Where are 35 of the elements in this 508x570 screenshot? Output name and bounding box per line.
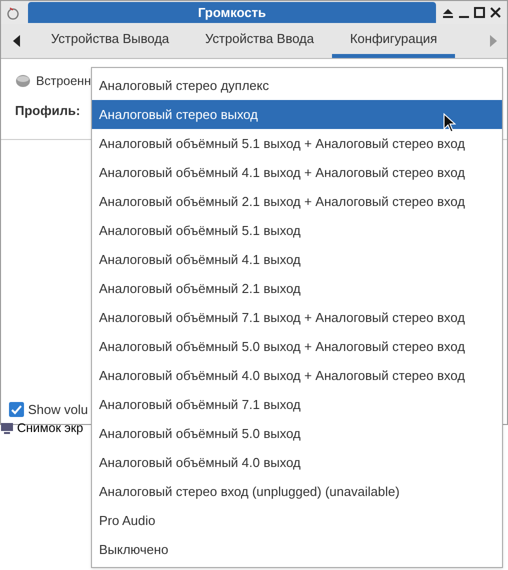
menu-item[interactable]: Аналоговый стерео дуплекс (92, 71, 502, 100)
menu-item[interactable]: Аналоговый объёмный 2.1 выход + Аналоговый стерео вход (92, 187, 502, 216)
window-title: Громкость (28, 2, 436, 23)
eject-icon[interactable] (442, 6, 454, 18)
menu-item[interactable]: Аналоговый объёмный 5.0 выход + Аналоговый стерео вход (92, 332, 502, 361)
monitor-icon (0, 421, 14, 436)
speaker-icon (6, 6, 20, 20)
menu-item[interactable]: Аналоговый объёмный 4.0 выход (92, 448, 502, 477)
menu-item[interactable]: Выключено (92, 535, 502, 564)
sound-card-icon (15, 74, 31, 88)
maximize-icon[interactable] (474, 7, 485, 18)
scroll-left-icon[interactable] (13, 35, 21, 47)
mouse-cursor-icon (443, 113, 456, 133)
menu-item[interactable]: Аналоговый стерео вход (unplugged) (unavailable) (92, 477, 502, 506)
device-name: Встроенн (36, 72, 91, 90)
menu-item[interactable]: Аналоговый объёмный 4.0 выход + Аналоговый стерео вход (92, 361, 502, 390)
menu-item[interactable]: Аналоговый объёмный 5.1 выход + Аналоговый стерео вход (92, 129, 502, 158)
close-icon[interactable] (490, 7, 501, 18)
menu-item[interactable]: Аналоговый объёмный 7.1 выход + Аналоговый стерео вход (92, 303, 502, 332)
desktop-icon-label[interactable]: Снимок экр (17, 419, 84, 438)
tab[interactable]: Устройства Ввода (187, 24, 332, 58)
menu-item[interactable]: Аналоговый объёмный 4.1 выход (92, 245, 502, 274)
tab[interactable]: Конфигурация (332, 24, 456, 58)
profile-label: Профиль: (15, 102, 80, 120)
menu-item[interactable]: Аналоговый объёмный 5.1 выход (92, 216, 502, 245)
menu-item[interactable]: Аналоговый объёмный 5.0 выход (92, 419, 502, 448)
menu-item[interactable]: Аналоговый стерео выход (92, 100, 502, 129)
menu-item[interactable]: Аналоговый объёмный 4.1 выход + Аналоговый стерео вход (92, 158, 502, 187)
menu-item[interactable]: Аналоговый объёмный 2.1 выход (92, 274, 502, 303)
checkbox-label: Show volu (28, 400, 88, 418)
check-icon (11, 404, 22, 415)
menu-item[interactable]: Аналоговый объёмный 7.1 выход (92, 390, 502, 419)
tab[interactable]: Устройства Вывода (33, 24, 188, 58)
menu-item[interactable]: Pro Audio (92, 506, 502, 535)
show-volume-checkbox[interactable] (9, 402, 24, 417)
